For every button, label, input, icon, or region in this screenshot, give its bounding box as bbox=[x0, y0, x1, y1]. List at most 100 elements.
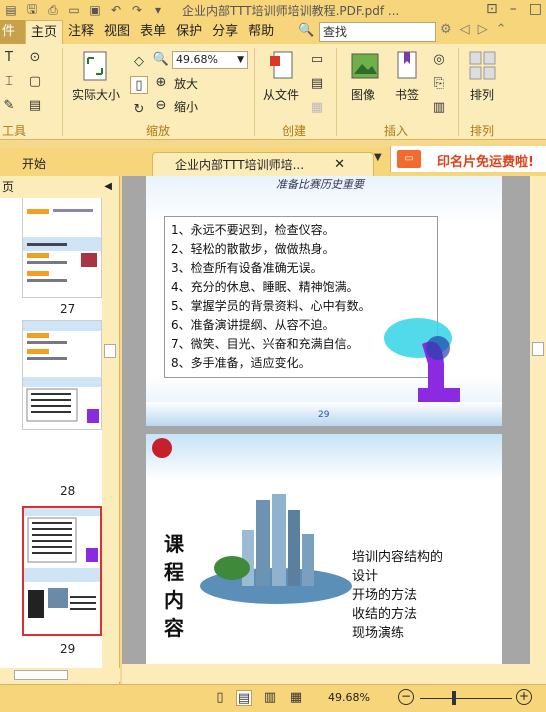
actual-size-icon[interactable] bbox=[80, 50, 110, 82]
bookmark-button[interactable]: 书签 bbox=[395, 86, 419, 103]
decorative-graphic bbox=[384, 318, 460, 402]
open-icon[interactable]: ▣ bbox=[86, 2, 104, 18]
zoom-in-icon[interactable]: ⊕ bbox=[152, 73, 170, 91]
tab-home[interactable]: 主页 bbox=[25, 20, 64, 44]
document-viewport[interactable]: 准备比赛历史重要 1、永远不要迟到，检查仪容。 2、轻松的散散步，做做热身。 3… bbox=[122, 176, 530, 664]
web-link-icon[interactable]: ◎ bbox=[430, 50, 448, 68]
zoom-slider[interactable] bbox=[420, 698, 512, 699]
arrange-icon[interactable] bbox=[468, 50, 498, 82]
thumbnail-page-28[interactable] bbox=[22, 320, 102, 430]
tab-protect[interactable]: 保护 bbox=[171, 20, 207, 44]
thumbnail-horizontal-scrollbar[interactable] bbox=[0, 668, 120, 682]
actual-size-button[interactable]: 实际大小 bbox=[72, 86, 120, 103]
tab-list-dropdown-icon[interactable]: ▼ bbox=[374, 152, 382, 163]
chevron-left-icon[interactable]: ◁ bbox=[460, 22, 470, 37]
blank-page-icon[interactable]: ▭ bbox=[308, 50, 326, 68]
zoom-select[interactable]: 49.68% ▼ bbox=[172, 51, 248, 69]
company-logo bbox=[152, 438, 172, 458]
zoom-out-icon[interactable]: − bbox=[398, 689, 414, 705]
new-icon[interactable]: ▭ bbox=[65, 2, 83, 18]
ribbon-body: T ⊙ ⌶ ▢ ✎ ▤ 工具 实际大小 ◇ ▯ ↻ 🔍 49.68% ▼ ⊕ 放… bbox=[0, 44, 546, 140]
facing-view-icon[interactable]: ▥ bbox=[262, 690, 278, 706]
print-icon[interactable]: ⎙ bbox=[44, 2, 62, 18]
tab-current-document[interactable]: 企业内部TTT培训师培... ✕ bbox=[152, 152, 374, 176]
zoom-in-button[interactable]: 放大 bbox=[174, 75, 198, 92]
customize-dropdown-icon[interactable]: ▾ bbox=[149, 2, 167, 18]
restore-window-icon[interactable]: ⊡ bbox=[486, 1, 498, 17]
snapshot-icon[interactable]: ▢ bbox=[26, 72, 44, 90]
hand-tool-icon[interactable]: T bbox=[0, 48, 18, 66]
single-page-view-icon[interactable]: ▯ bbox=[212, 690, 228, 706]
title-char: 容 bbox=[164, 616, 184, 640]
pdf-page-29: 准备比赛历史重要 1、永远不要迟到，检查仪容。 2、轻松的散散步，做做热身。 3… bbox=[146, 176, 502, 426]
maximize-icon[interactable]: □ bbox=[529, 1, 542, 17]
title-char: 内 bbox=[164, 588, 184, 612]
zoom-value: 49.68% bbox=[176, 53, 218, 66]
save-icon[interactable]: 🖫 bbox=[23, 2, 41, 18]
course-item: 培训内容结构的 bbox=[352, 550, 444, 565]
chevron-right-icon[interactable]: ▷ bbox=[478, 22, 488, 37]
divider bbox=[458, 48, 459, 136]
checklist-item: 1、永远不要迟到，检查仪容。 bbox=[171, 223, 335, 237]
collapse-panel-icon[interactable]: ◀ bbox=[104, 176, 112, 198]
rotate-icon[interactable]: ↻ bbox=[130, 100, 148, 118]
redo-icon[interactable]: ↷ bbox=[128, 2, 146, 18]
tab-annotate[interactable]: 注释 bbox=[63, 20, 99, 44]
image-icon[interactable] bbox=[350, 50, 380, 82]
thumbnail-vertical-scrollbar[interactable] bbox=[102, 198, 118, 668]
attachment-icon[interactable]: ⎘ bbox=[430, 74, 448, 92]
zoom-in-icon[interactable]: + bbox=[516, 689, 532, 705]
undo-icon[interactable]: ↶ bbox=[107, 2, 125, 18]
group-label-zoom: 缩放 bbox=[146, 124, 171, 138]
zoom-tool-icon[interactable]: 🔍 bbox=[152, 50, 170, 68]
continuous-view-icon[interactable]: ▤ bbox=[236, 690, 252, 706]
tab-file[interactable]: 件 bbox=[0, 20, 26, 44]
scrollbar-thumb[interactable] bbox=[104, 344, 116, 358]
zoom-out-icon[interactable]: ⊖ bbox=[152, 96, 170, 114]
tab-view[interactable]: 视图 bbox=[99, 20, 135, 44]
continuous-facing-view-icon[interactable]: ▦ bbox=[288, 690, 304, 706]
document-horizontal-scrollbar[interactable] bbox=[122, 664, 546, 684]
edit-tool-icon[interactable]: ✎ bbox=[0, 96, 18, 114]
ad-text: 印名片免运费啦! bbox=[437, 155, 534, 170]
ad-banner[interactable]: ▭ 印名片免运费啦! bbox=[390, 146, 546, 172]
expand-icon[interactable]: ⌃ bbox=[496, 22, 507, 37]
tab-form[interactable]: 表单 bbox=[135, 20, 171, 44]
video-icon[interactable]: ▥ bbox=[430, 98, 448, 116]
from-file-button[interactable]: 从文件 bbox=[263, 86, 299, 103]
minimize-icon[interactable]: – bbox=[510, 1, 517, 17]
typewriter-icon[interactable]: ▤ bbox=[26, 96, 44, 114]
from-file-icon[interactable] bbox=[268, 50, 298, 82]
course-item: 现场演练 bbox=[352, 626, 405, 641]
divider bbox=[254, 48, 255, 136]
arrange-button[interactable]: 排列 bbox=[470, 86, 494, 103]
tab-start[interactable]: 开始 bbox=[0, 152, 150, 176]
fit-width-icon[interactable]: ◇ bbox=[130, 52, 148, 70]
camera-icon[interactable]: ⊙ bbox=[26, 48, 44, 66]
thumbnail-page-27[interactable] bbox=[22, 198, 102, 298]
tab-share[interactable]: 分享 bbox=[207, 20, 243, 44]
zoom-slider-handle[interactable] bbox=[452, 691, 456, 705]
select-text-icon[interactable]: ⌶ bbox=[0, 72, 18, 90]
folder-search-icon[interactable]: 🔍 bbox=[298, 23, 316, 41]
document-vertical-scrollbar[interactable] bbox=[530, 176, 546, 664]
image-button[interactable]: 图像 bbox=[351, 86, 375, 103]
thumbnail-list[interactable]: 27 28 29 bbox=[0, 198, 102, 668]
zoom-level: 49.68% bbox=[328, 691, 370, 704]
search-input[interactable]: 查找 bbox=[319, 22, 436, 42]
fit-page-icon[interactable]: ▯ bbox=[130, 76, 148, 94]
course-item: 收结的方法 bbox=[352, 607, 418, 622]
thumbnail-page-number: 27 bbox=[60, 302, 76, 316]
page-thumbnail-panel: 页 ◀ 27 28 29 bbox=[0, 176, 120, 684]
zoom-out-button[interactable]: 缩小 bbox=[174, 98, 198, 115]
settings-gear-icon[interactable]: ⚙ bbox=[440, 22, 452, 37]
scrollbar-thumb[interactable] bbox=[14, 670, 68, 680]
app-menu-icon[interactable]: ▤ bbox=[2, 2, 20, 18]
scanner-icon[interactable]: ▤ bbox=[308, 74, 326, 92]
clipboard-icon[interactable]: ▦ bbox=[308, 98, 326, 116]
tab-help[interactable]: 帮助 bbox=[243, 20, 279, 44]
bookmark-icon[interactable] bbox=[392, 50, 422, 82]
scrollbar-thumb[interactable] bbox=[532, 342, 544, 356]
close-tab-icon[interactable]: ✕ bbox=[334, 153, 345, 177]
thumbnail-page-29[interactable] bbox=[22, 506, 102, 636]
